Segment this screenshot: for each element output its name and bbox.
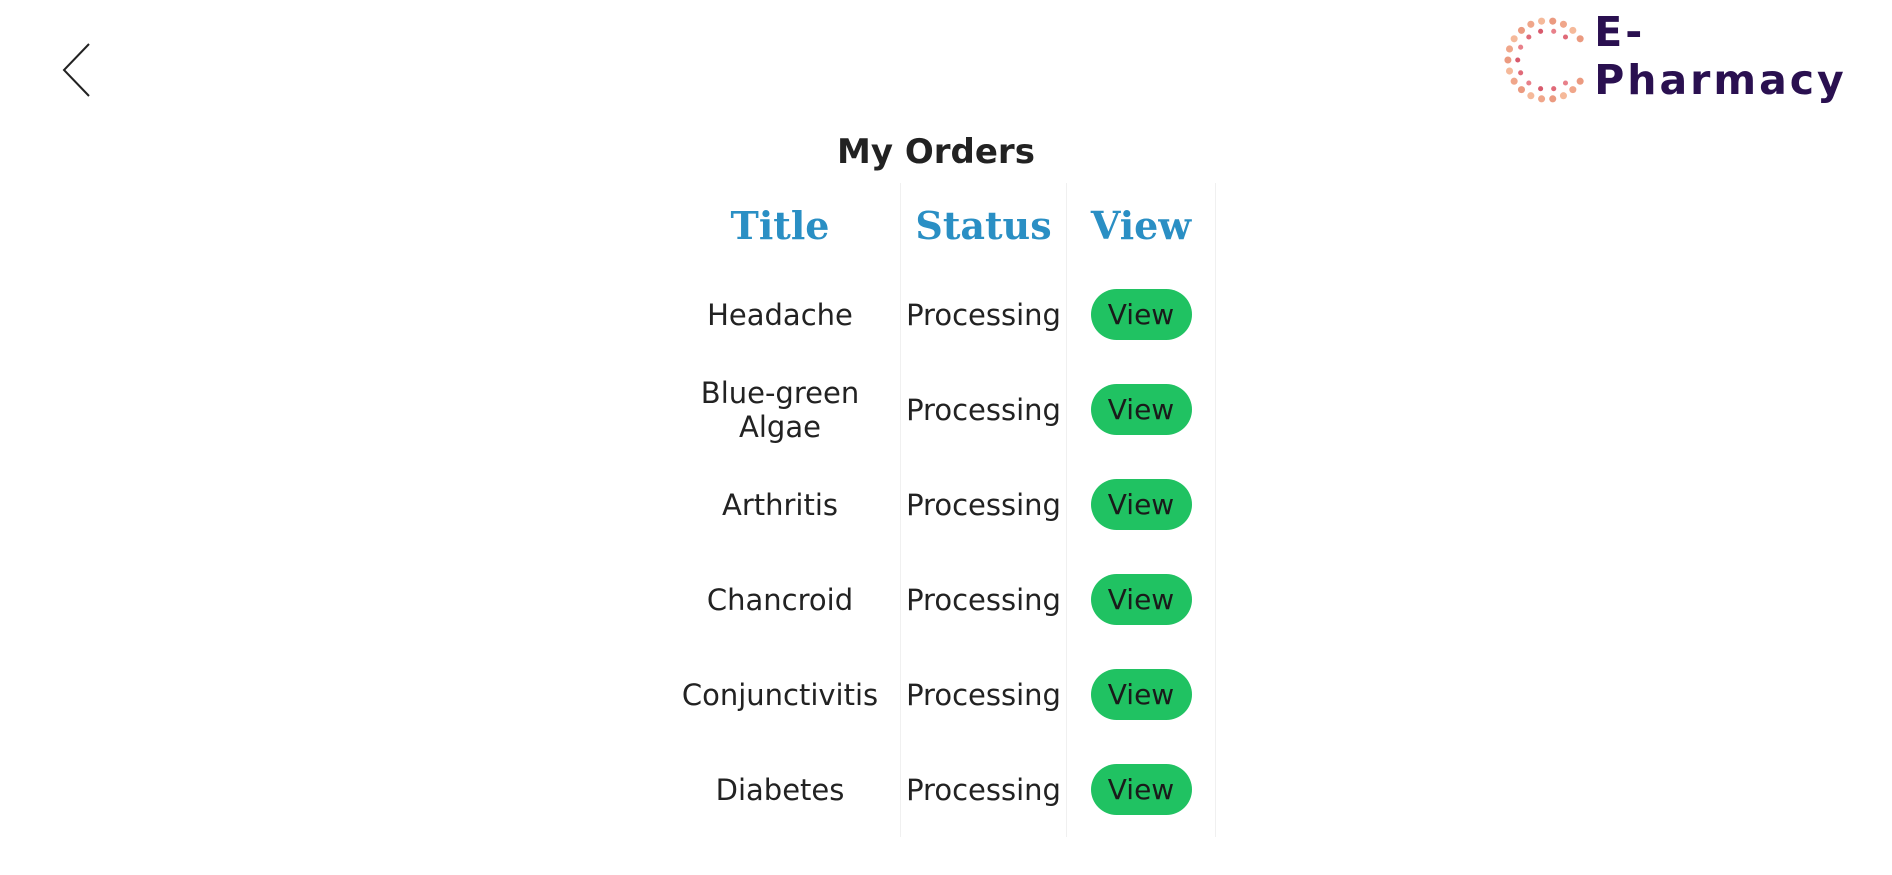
view-button[interactable]: View — [1090, 289, 1192, 340]
order-title: Arthritis — [721, 487, 839, 522]
table-row: Chancroid Processing View — [660, 552, 1216, 647]
order-status: Processing — [900, 362, 1067, 457]
back-button[interactable] — [58, 40, 98, 100]
brand-name: E-Pharmacy — [1594, 8, 1847, 104]
table-row: Blue-green Algae Processing View — [660, 362, 1216, 457]
page-title: My Orders — [837, 132, 1035, 172]
logo-icon — [1504, 17, 1584, 103]
order-status: Processing — [900, 457, 1067, 552]
order-title: Chancroid — [706, 582, 854, 617]
order-title: Diabetes — [715, 772, 845, 807]
chevron-left-icon — [62, 43, 90, 97]
order-status: Processing — [900, 552, 1067, 647]
order-status: Processing — [900, 742, 1067, 837]
view-cell: View — [1066, 552, 1216, 647]
column-header-title: Title — [730, 202, 830, 248]
brand[interactable]: E-Pharmacy — [1504, 8, 1892, 110]
view-cell: View — [1066, 742, 1216, 837]
view-button[interactable]: View — [1090, 479, 1192, 530]
order-title: Conjunctivitis — [681, 677, 879, 712]
table-row: Conjunctivitis Processing View — [660, 647, 1216, 742]
table-row: Headache Processing View — [660, 267, 1216, 362]
view-cell: View — [1066, 457, 1216, 552]
table-row: Arthritis Processing View — [660, 457, 1216, 552]
view-cell: View — [1066, 362, 1216, 457]
column-header-view: View — [1066, 183, 1216, 267]
view-cell: View — [1066, 647, 1216, 742]
column-header-status: Status — [900, 183, 1067, 267]
order-status: Processing — [900, 267, 1067, 362]
view-button[interactable]: View — [1090, 764, 1192, 815]
view-button[interactable]: View — [1090, 574, 1192, 625]
table-row: Diabetes Processing View — [660, 742, 1216, 837]
table-header-row: Title Status View — [660, 183, 1216, 267]
order-title: Blue-green Algae — [700, 375, 860, 444]
view-cell: View — [1066, 267, 1216, 362]
page: E-Pharmacy My Orders Title Status View H… — [0, 0, 1892, 875]
order-status: Processing — [900, 647, 1067, 742]
view-button[interactable]: View — [1090, 669, 1192, 720]
order-title: Headache — [707, 297, 853, 332]
orders-table: Title Status View Headache Processing Vi… — [660, 183, 1216, 837]
view-button[interactable]: View — [1090, 384, 1192, 435]
